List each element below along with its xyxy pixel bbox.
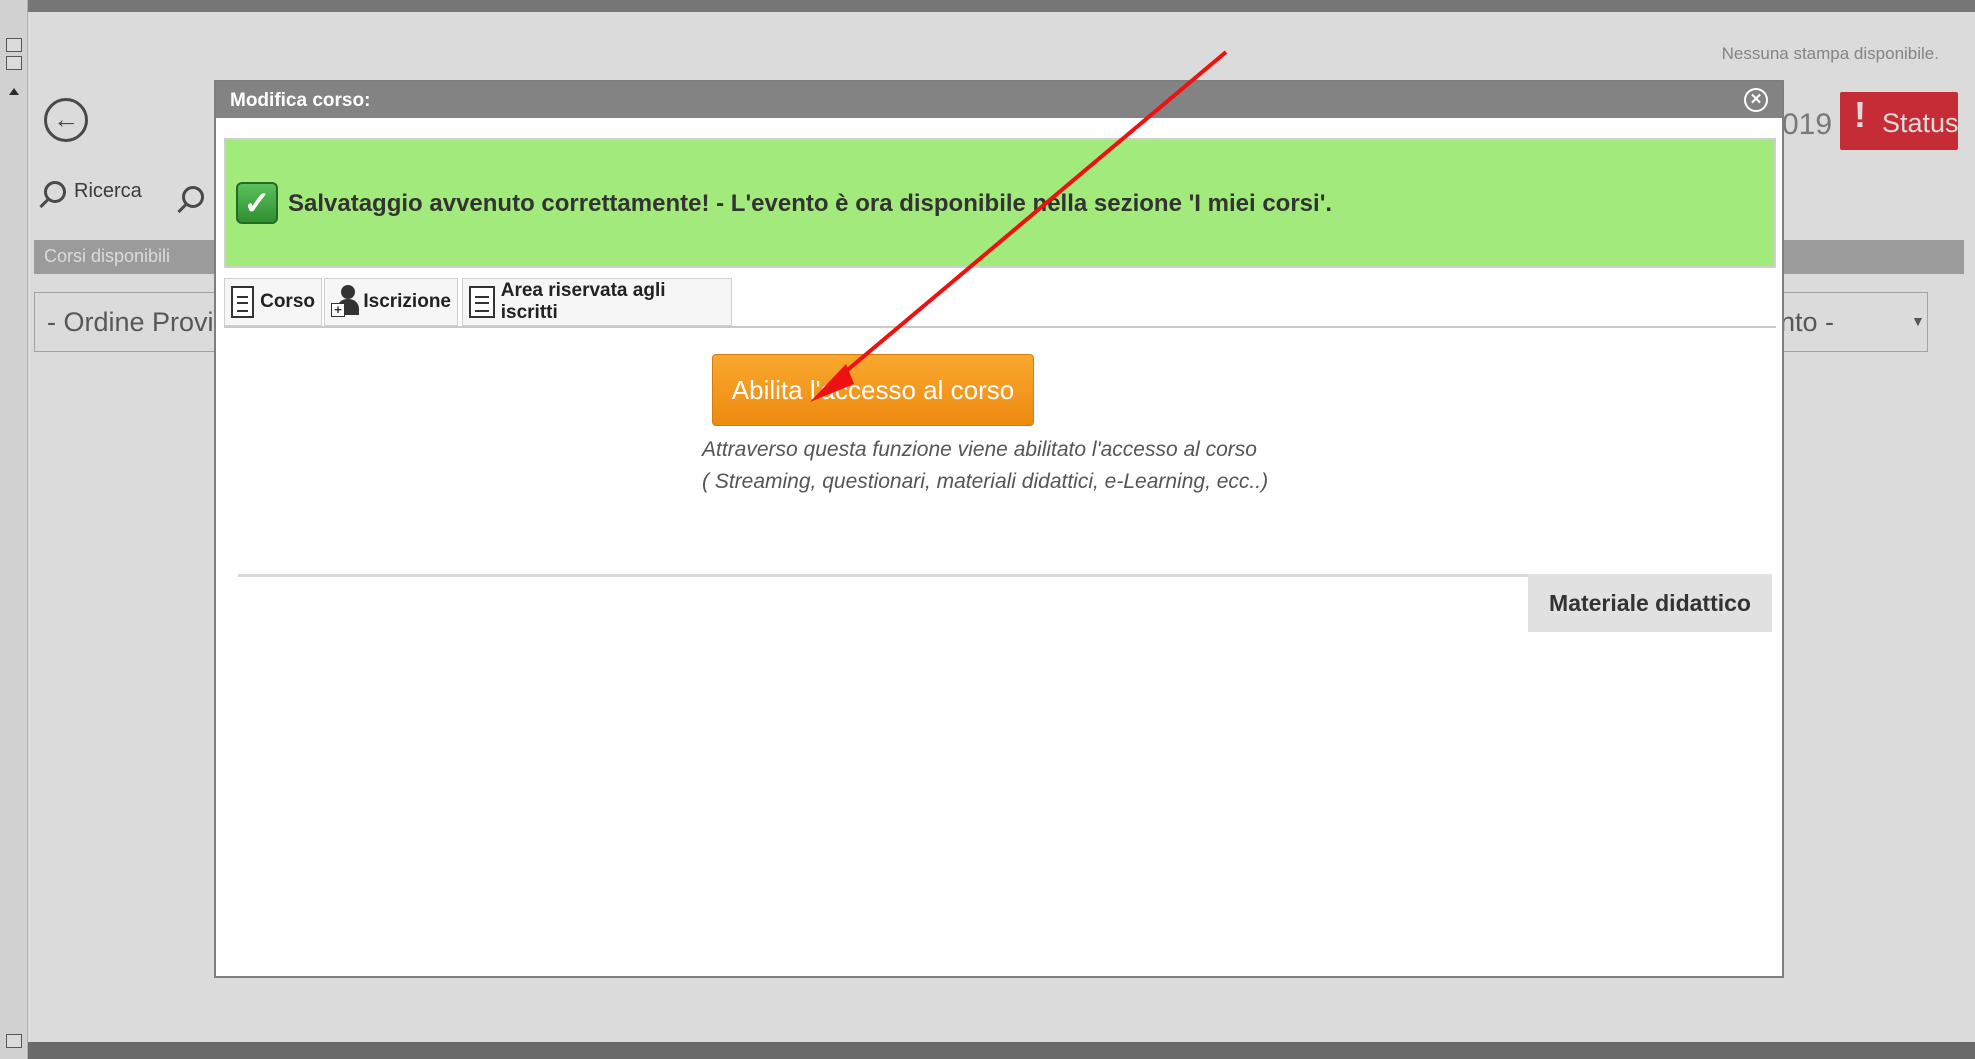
- arrow-shaft: [830, 50, 1228, 385]
- arrow-head: [810, 364, 854, 402]
- red-arrow-annotation: [810, 50, 1228, 402]
